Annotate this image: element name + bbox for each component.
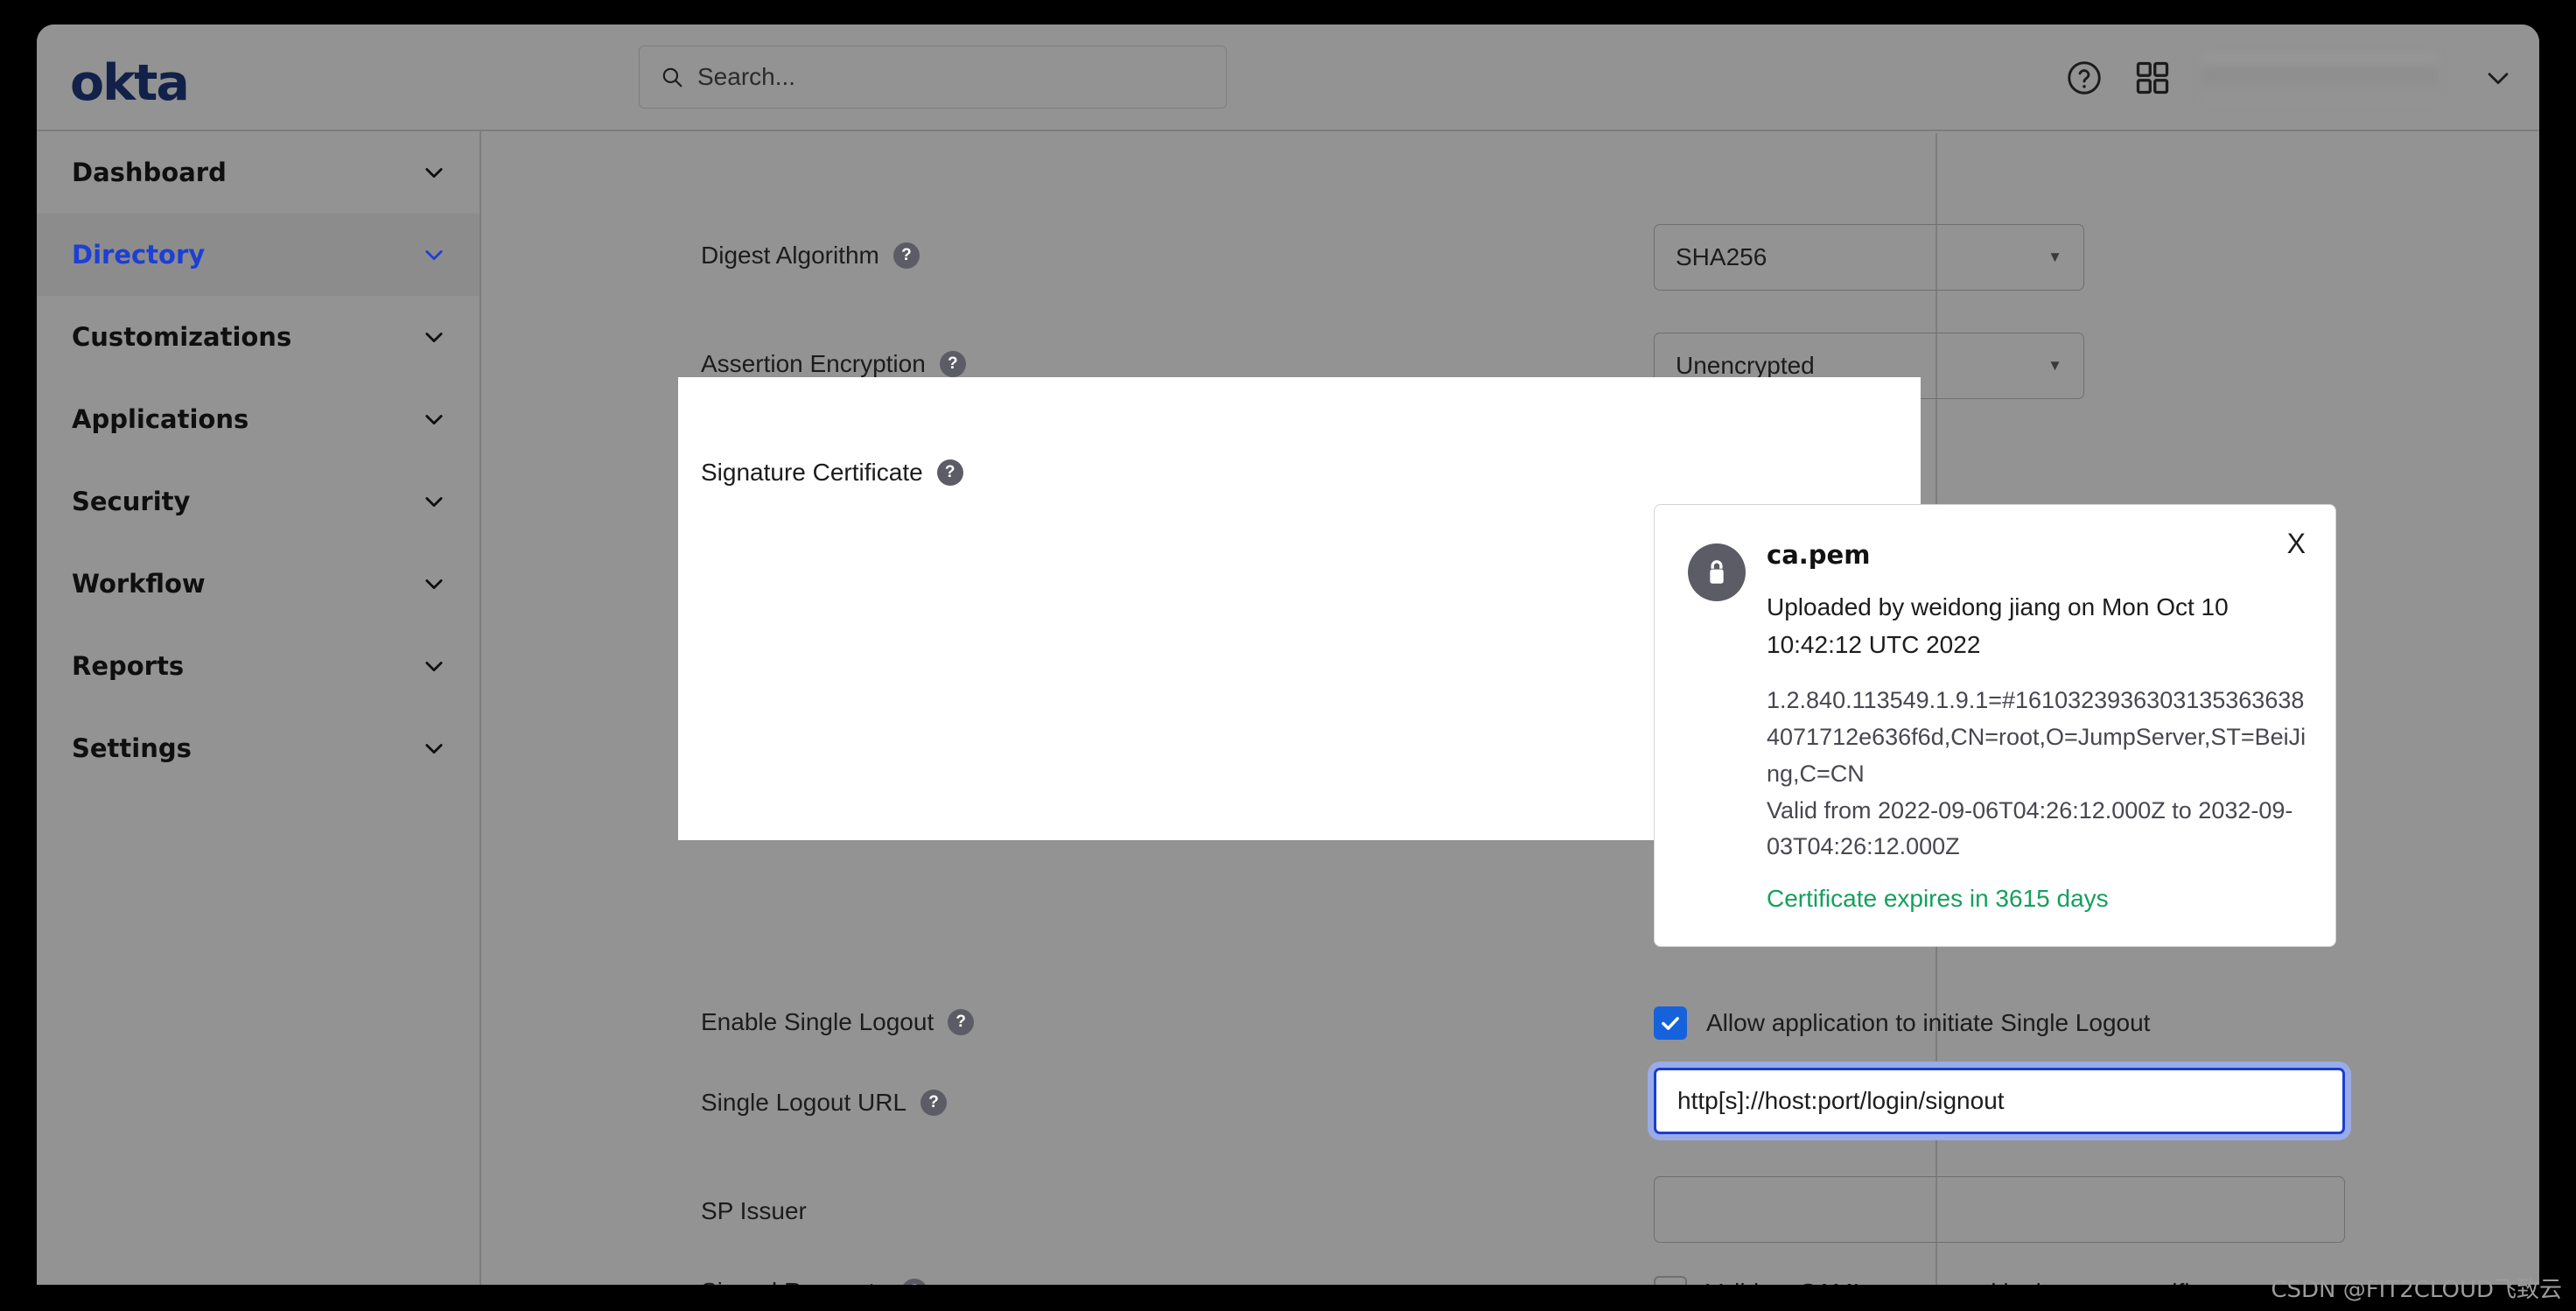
sidebar-item-settings[interactable]: Settings [37,707,480,789]
label-text: Signed Requests [701,1278,887,1285]
chevron-down-icon [425,168,443,179]
chevron-down-icon [425,415,443,425]
sidebar-item-security[interactable]: Security [37,460,480,543]
certificate-expiry-status: Certificate expires in 3615 days [1767,885,2109,913]
validate-saml-requests-label: Validate SAML requests with signature ce… [1706,1279,2255,1285]
allow-single-logout-label: Allow application to initiate Single Log… [1706,1009,2151,1036]
label-text: SP Issuer [701,1197,807,1224]
okta-logo[interactable]: okta [70,54,190,112]
validate-saml-requests-checkbox[interactable] [1654,1276,1687,1285]
assertion-encryption-label: Assertion Encryption ? [701,350,966,378]
chevron-down-icon [425,579,443,590]
help-icon[interactable]: ? [948,1009,975,1035]
user-name-redacted[interactable] [2202,54,2438,102]
sidebar-item-label: Directory [72,240,206,270]
sidebar-item-label: Reports [72,651,185,681]
certificate-details: ca.pem Uploaded by weidong jiang on Mon … [1767,540,2309,913]
help-icon[interactable]: ? [920,1090,948,1116]
sidebar-item-label: Security [72,487,191,516]
sidebar-item-label: Applications [72,404,249,434]
sidebar-item-label: Dashboard [72,158,227,187]
enable-single-logout-row: Allow application to initiate Single Log… [1654,1006,2150,1040]
chevron-down-icon [425,744,443,754]
chevron-down-icon [425,497,443,508]
signed-requests-label: Signed Requests ? [701,1278,928,1285]
single-logout-url-label: Single Logout URL ? [701,1089,948,1117]
label-text: Enable Single Logout [701,1008,934,1035]
sidebar-item-label: Settings [72,733,192,763]
sidebar-item-label: Customizations [72,322,292,352]
allow-single-logout-checkbox[interactable] [1654,1006,1687,1040]
signed-requests-row: Validate SAML requests with signature ce… [1654,1276,2255,1285]
label-text: Single Logout URL [701,1089,907,1116]
label-text: Assertion Encryption [701,350,926,377]
certificate-subject: 1.2.840.113549.1.9.1=#161032393630313536… [1767,687,2306,787]
certificate-uploaded-by: Uploaded by weidong jiang on Mon Oct 10 … [1767,593,2229,658]
certificate-filename: ca.pem [1767,540,1871,570]
apps-grid-icon[interactable] [2133,59,2172,97]
help-icon[interactable]: ? [939,351,966,377]
form-column: Digest Algorithm ? SHA256 ▼ Assertion En… [483,133,2345,1285]
chevron-down-icon [425,333,443,343]
sidebar-item-label: Workflow [72,569,206,599]
signature-certificate-label: Signature Certificate ? [701,459,963,487]
help-icon[interactable]: ? [936,459,963,486]
chevron-down-icon[interactable] [2483,63,2513,93]
sidebar-item-directory[interactable]: Directory [37,214,480,296]
top-bar: okta Search... [37,25,2539,131]
help-icon[interactable]: ? [901,1279,928,1285]
saml-settings-form: Digest Algorithm ? SHA256 ▼ Assertion En… [483,133,2539,1285]
search-icon [662,67,682,88]
sp-issuer-label: SP Issuer [701,1197,807,1225]
help-circle-icon[interactable] [2065,59,2104,97]
label-text: Signature Certificate [701,459,923,486]
sidebar-item-workflow[interactable]: Workflow [37,543,480,625]
help-icon[interactable]: ? [892,242,920,269]
chevron-down-icon [425,662,443,672]
digest-algorithm-label: Digest Algorithm ? [701,242,920,270]
search-placeholder: Search... [697,63,796,90]
okta-admin-window: okta Search... Dashboard Directory Custo… [37,25,2539,1285]
topbar-actions [2065,25,2513,131]
certificate-card: X ca.pem Uploaded by weidong jiang on Mo… [1654,504,2336,947]
sidebar-item-reports[interactable]: Reports [37,625,480,707]
watermark: CSDN @FIT2CLOUD飞致云 [2271,1277,2562,1303]
sidebar-item-dashboard[interactable]: Dashboard [37,131,480,214]
sidebar-nav: Dashboard Directory Customizations Appli… [37,131,481,1285]
lock-icon [1688,543,1746,601]
search-input[interactable]: Search... [639,46,1227,109]
certificate-validity: Valid from 2022-09-06T04:26:12.000Z to 2… [1767,796,2293,860]
sidebar-item-customizations[interactable]: Customizations [37,296,480,378]
label-text: Digest Algorithm [701,242,879,269]
sidebar-item-applications[interactable]: Applications [37,378,480,460]
enable-single-logout-label: Enable Single Logout ? [701,1008,975,1036]
chevron-down-icon [425,250,443,261]
